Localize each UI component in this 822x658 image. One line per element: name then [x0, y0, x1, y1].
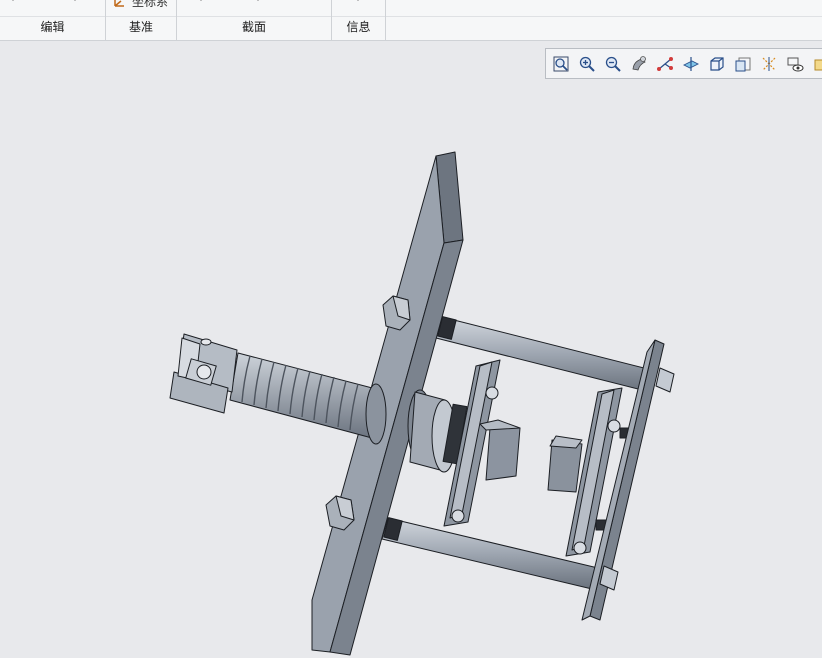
group-label-info: 信息 [346, 20, 371, 34]
coordinate-system-label: 坐标系 [132, 0, 169, 9]
annotation-display-button[interactable] [783, 52, 807, 76]
compression-spring [229, 352, 387, 445]
zoom-in-icon [579, 56, 595, 72]
view-toolbar [545, 48, 822, 79]
saved-views-button[interactable] [731, 52, 755, 76]
refit-button[interactable] [549, 52, 573, 76]
group-label-edit: 编辑 [40, 20, 65, 34]
saved-views-icon [735, 57, 751, 72]
folder-icon [814, 59, 822, 71]
chevron-down-icon[interactable] [10, 0, 16, 1]
datum-display-button[interactable] [757, 52, 781, 76]
zoom-out-icon [605, 56, 621, 72]
guide-rod-lower [381, 517, 599, 590]
group-label-datum: 基准 [128, 20, 153, 34]
chevron-down-icon[interactable] [72, 0, 78, 1]
repaint-button[interactable] [627, 52, 651, 76]
spin-center-icon [682, 57, 700, 71]
display-style-button[interactable] [705, 52, 729, 76]
refit-icon [553, 56, 569, 72]
spin-center-button[interactable] [679, 52, 703, 76]
zoom-in-button[interactable] [575, 52, 599, 76]
repaint-icon [632, 56, 646, 71]
chevron-down-icon[interactable] [355, 0, 361, 1]
guide-rod-upper [435, 316, 653, 392]
group-separator [385, 0, 386, 40]
group-label-section: 截面 [241, 20, 266, 34]
ribbon: 坐标系 编辑 基准 截面 信息 [0, 0, 822, 41]
chevron-down-icon[interactable] [255, 0, 261, 1]
more-button[interactable] [809, 52, 822, 76]
zoom-out-button[interactable] [601, 52, 625, 76]
display-style-icon [710, 57, 724, 71]
coordinate-system-icon [114, 0, 124, 7]
datum-points-icon [657, 57, 673, 71]
chevron-down-icon[interactable] [198, 0, 204, 1]
assembly-model[interactable] [0, 41, 822, 658]
clevis-end [169, 333, 238, 414]
annotation-display-icon [787, 57, 804, 72]
hex-nut-lower [325, 495, 355, 531]
datum-points-button[interactable] [653, 52, 677, 76]
datum-display-icon [762, 57, 776, 71]
